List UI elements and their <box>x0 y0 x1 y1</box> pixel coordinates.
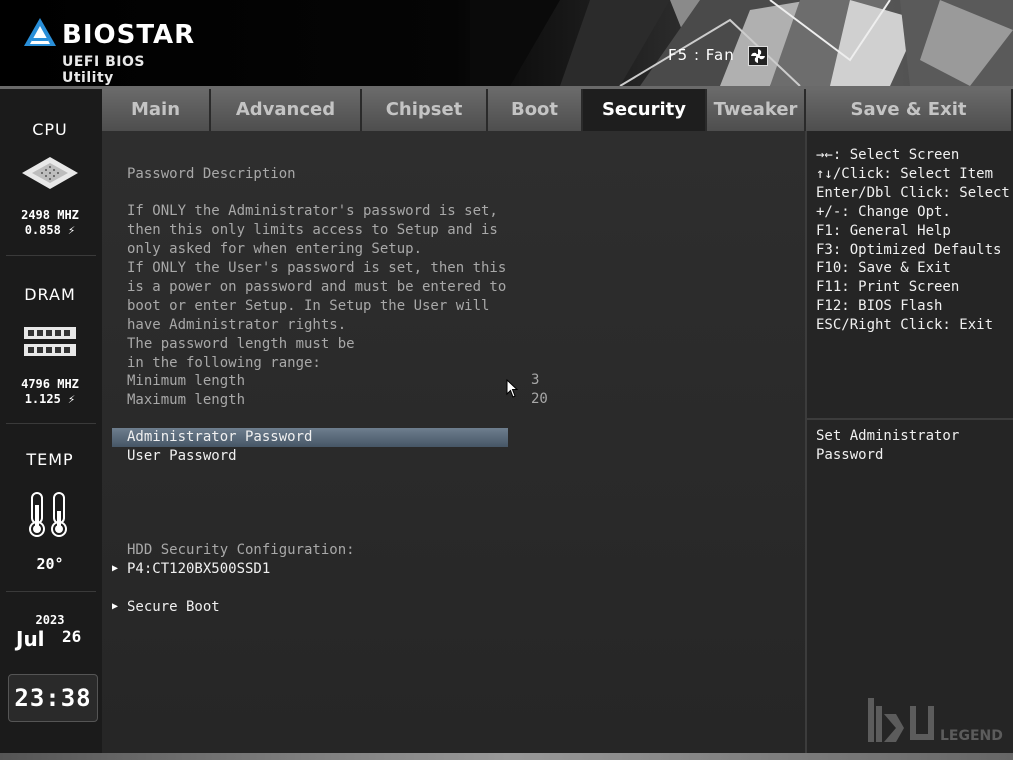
watermark-logo: LEGEND <box>868 698 1003 744</box>
sidebar-divider <box>6 255 96 256</box>
biostar-logo: BIOSTAR UEFI BIOS Utility <box>22 14 202 86</box>
description-line: only asked for when entering Setup. <box>127 241 423 257</box>
key-help-line: F12: BIOS Flash <box>816 298 943 315</box>
memory-module-icon <box>24 327 76 356</box>
fan-hotkey-hint[interactable]: F5 : Fan <box>668 46 735 64</box>
tab-boot[interactable]: Boot <box>488 89 583 131</box>
description-line: then this only limits access to Setup an… <box>127 222 498 238</box>
key-help-line: F1: General Help <box>816 222 951 239</box>
watermark-text: LEGEND <box>940 728 1003 744</box>
max-length-label: Maximum length <box>127 392 246 408</box>
tab-security[interactable]: Security <box>583 89 707 131</box>
biostar-logo-icon <box>24 18 56 46</box>
key-help-list: →←: Select Screen ↑↓/Click: Select Item En… <box>816 146 1010 335</box>
dram-frequency: 4796 MHZ <box>21 377 79 391</box>
administrator-password-item[interactable]: Administrator Password <box>127 428 312 447</box>
key-help-line: →←: Select Screen <box>816 147 960 163</box>
description-line: If ONLY the Administrator's password is … <box>127 203 498 219</box>
header-banner: BIOSTAR UEFI BIOS Utility F5 : Fan <box>0 0 1013 86</box>
date-day: 26 <box>62 627 82 646</box>
brand-subtitle: UEFI BIOS Utility <box>62 54 145 86</box>
fan-icon[interactable] <box>748 46 768 66</box>
password-description-heading: Password Description <box>127 166 296 182</box>
footer-bar <box>0 753 1013 760</box>
key-help-line: ↑↓/Click: Select Item <box>816 165 994 182</box>
temp-value: 20° <box>36 555 64 573</box>
cpu-title: CPU <box>32 120 68 139</box>
secure-boot-item[interactable]: Secure Boot <box>127 598 220 617</box>
dram-voltage: 1.125 ⚡ <box>24 392 76 406</box>
date-month: Jul <box>16 627 45 651</box>
hdd-device-item[interactable]: P4:CT120BX500SSD1 <box>127 560 270 579</box>
cpu-frequency: 2498 MHZ <box>21 208 79 222</box>
key-help-line: F10: Save & Exit <box>816 260 951 277</box>
dram-title: DRAM <box>24 285 76 304</box>
brand-name: BIOSTAR <box>62 20 196 50</box>
security-settings-panel: Password Description If ONLY the Adminis… <box>102 131 805 753</box>
description-line: The password length must be <box>127 336 355 352</box>
user-password-item[interactable]: User Password <box>127 447 237 466</box>
submenu-arrow-icon: ▶ <box>112 601 119 612</box>
hdd-security-heading: HDD Security Configuration: <box>127 542 355 558</box>
key-help-line: ESC/Right Click: Exit <box>816 317 994 334</box>
menu-tabs: Main Advanced Chipset Boot Security Tweaker Sa… <box>102 89 1013 131</box>
key-help-line: +/-: Change Opt. <box>816 203 951 220</box>
cpu-chip-icon <box>22 157 78 189</box>
temp-title: TEMP <box>26 450 74 469</box>
help-description-line: Set Administrator <box>816 428 960 444</box>
submenu-arrow-icon: ▶ <box>112 563 119 574</box>
sidebar-divider <box>6 423 96 424</box>
tab-tweaker[interactable]: Tweaker <box>707 89 806 131</box>
item-help-description: Set Administrator Password <box>816 427 959 465</box>
clock-display: 23:38 <box>8 674 98 722</box>
description-line: in the following range: <box>127 355 321 371</box>
header-decoration <box>470 0 1013 86</box>
description-line: If ONLY the User's password is set, then… <box>127 260 507 276</box>
key-help-line: F3: Optimized Defaults <box>816 241 1002 258</box>
help-divider <box>807 418 1013 420</box>
date-year: 2023 <box>35 613 65 627</box>
mouse-cursor-icon <box>506 379 518 398</box>
description-line: have Administrator rights. <box>127 317 347 333</box>
description-line: boot or enter Setup. In Setup the User w… <box>127 298 490 314</box>
key-help-line: Enter/Dbl Click: Select <box>816 184 1010 201</box>
tab-save-exit[interactable]: Save & Exit <box>806 89 1013 131</box>
system-status-sidebar: CPU 2498 MHZ 0.858 ⚡ DRAM 4796 MHZ 1.125… <box>0 89 104 760</box>
tab-advanced[interactable]: Advanced <box>211 89 362 131</box>
thermometer-icon <box>29 492 67 537</box>
tab-chipset[interactable]: Chipset <box>362 89 488 131</box>
help-panel: →←: Select Screen ↑↓/Click: Select Item En… <box>805 131 1013 753</box>
tab-main[interactable]: Main <box>102 89 211 131</box>
sidebar-divider <box>6 591 96 592</box>
cpu-voltage: 0.858 ⚡ <box>24 223 76 237</box>
help-description-line: Password <box>816 447 884 463</box>
key-help-line: F11: Print Screen <box>816 279 960 296</box>
max-length-value: 20 <box>531 391 548 407</box>
min-length-label: Minimum length <box>127 373 246 389</box>
min-length-value: 3 <box>531 372 540 388</box>
description-line: is a power on password and must be enter… <box>127 279 507 295</box>
